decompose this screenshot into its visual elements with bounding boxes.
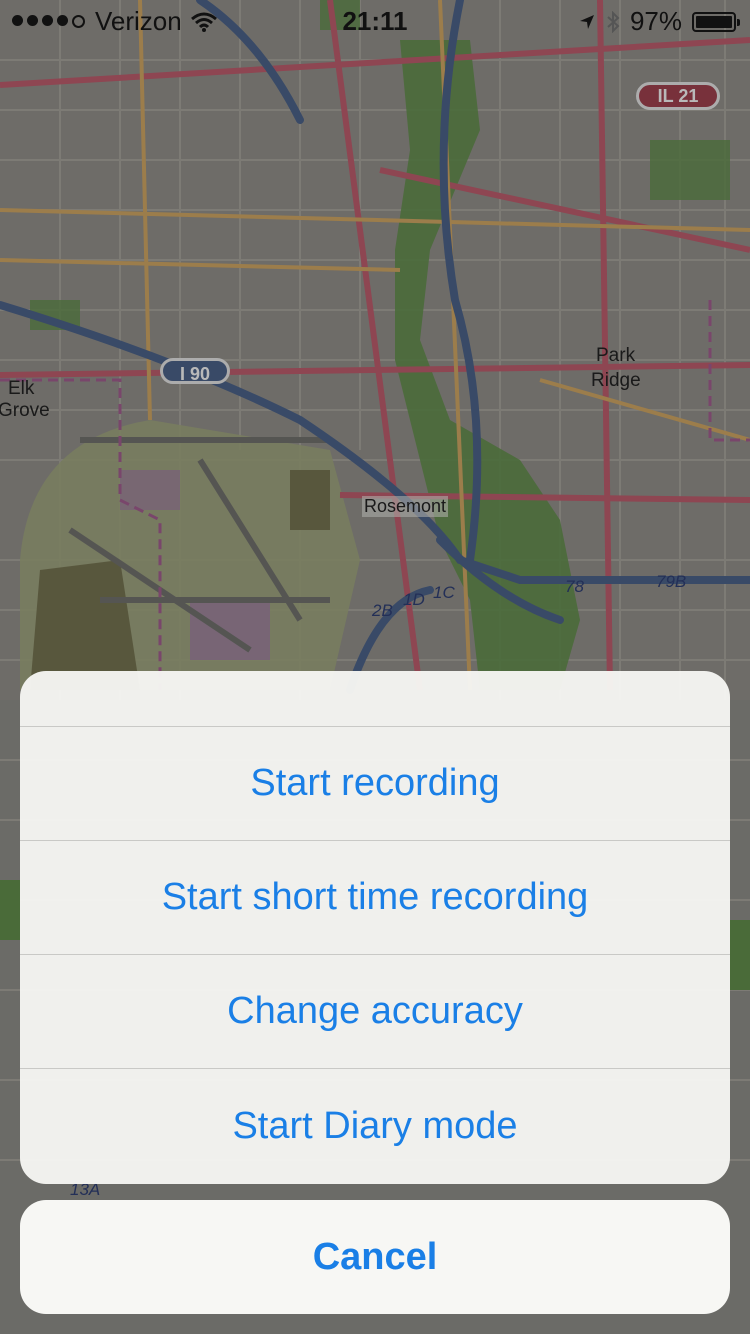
action-sheet-header — [20, 671, 730, 727]
bluetooth-icon — [607, 10, 620, 33]
location-arrow-icon — [579, 14, 594, 29]
start-diary-mode-button[interactable]: Start Diary mode — [20, 1069, 730, 1183]
status-right: 97% — [578, 6, 740, 37]
action-sheet: Start recording Start short time recordi… — [20, 671, 730, 1184]
battery-icon — [692, 11, 740, 32]
start-short-time-recording-button[interactable]: Start short time recording — [20, 841, 730, 955]
change-accuracy-button[interactable]: Change accuracy — [20, 955, 730, 1069]
cancel-button[interactable]: Cancel — [20, 1200, 730, 1314]
status-bar: Verizon 21:11 97% — [0, 0, 750, 40]
start-recording-button[interactable]: Start recording — [20, 727, 730, 841]
battery-percent: 97% — [629, 6, 682, 36]
